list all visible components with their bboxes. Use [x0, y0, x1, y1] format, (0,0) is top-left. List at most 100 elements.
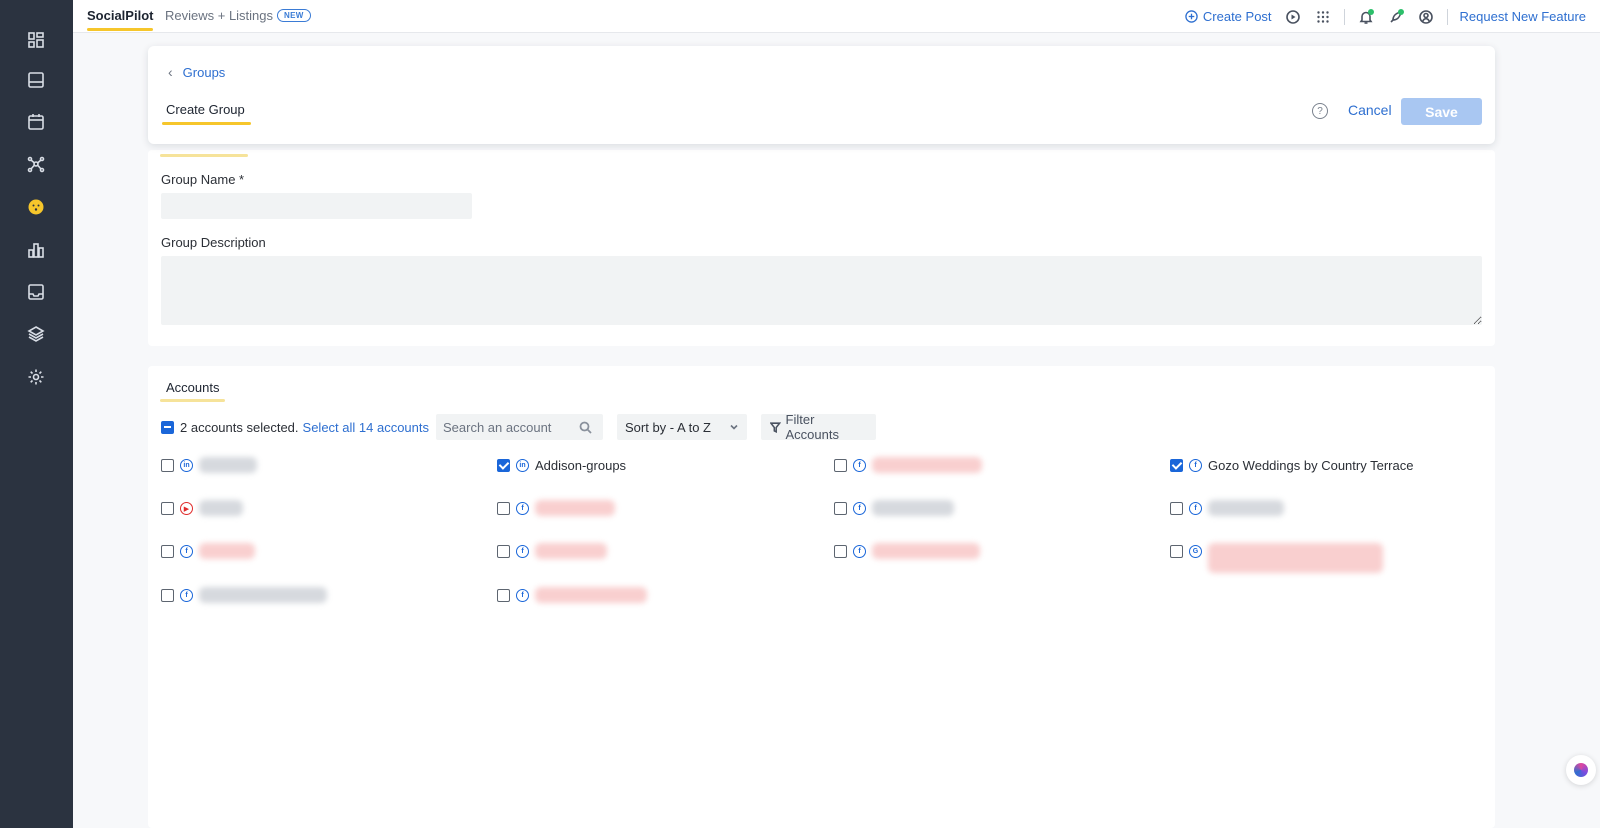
redacted-account-name	[199, 543, 255, 559]
redacted-account-name	[535, 543, 607, 559]
group-description-label: Group Description	[161, 235, 266, 250]
left-nav-rail	[0, 0, 73, 828]
account-item[interactable]: f	[1170, 499, 1284, 521]
filter-accounts-button[interactable]: Filter Accounts	[761, 412, 876, 442]
redacted-account-name	[535, 500, 615, 516]
filter-label: Filter Accounts	[785, 412, 839, 442]
plus-circle-icon	[1185, 10, 1198, 23]
chevron-left-icon: ‹	[168, 64, 173, 80]
account-item[interactable]: f	[834, 499, 954, 521]
facebook-icon: f	[180, 545, 193, 558]
account-checkbox[interactable]	[1170, 459, 1183, 472]
account-checkbox[interactable]	[497, 545, 510, 558]
facebook-icon: f	[853, 502, 866, 515]
facebook-icon: f	[1189, 502, 1202, 515]
account-item[interactable]: in	[161, 456, 257, 478]
section-underline	[160, 154, 248, 157]
group-description-textarea[interactable]	[161, 256, 1482, 325]
youtube-icon: ▶	[180, 502, 193, 515]
account-item[interactable]: f	[161, 542, 255, 564]
cancel-button[interactable]: Cancel	[1348, 102, 1392, 118]
linkedin-icon: in	[516, 459, 529, 472]
account-checkbox[interactable]	[161, 545, 174, 558]
ai-assistant-button[interactable]	[1566, 755, 1596, 785]
sort-dropdown[interactable]: Sort by - A to Z	[617, 414, 747, 440]
top-bar: SocialPilot Reviews + Listings NEW Creat…	[73, 0, 1600, 33]
facebook-icon: f	[516, 502, 529, 515]
tab-socialpilot[interactable]: SocialPilot	[87, 0, 154, 31]
analytics-icon[interactable]	[24, 238, 48, 262]
new-badge: NEW	[277, 8, 311, 22]
redacted-account-name	[199, 500, 243, 516]
user-profile-icon[interactable]	[1417, 8, 1435, 26]
tab-reviews-label: Reviews + Listings	[165, 7, 274, 23]
redacted-account-name	[872, 500, 954, 516]
network-icon[interactable]	[24, 152, 48, 176]
facebook-icon: f	[853, 459, 866, 472]
redacted-account-name	[535, 587, 647, 603]
divider	[1343, 8, 1345, 25]
facebook-icon: f	[1189, 459, 1202, 472]
tab-reviews-listings[interactable]: Reviews + Listings NEW	[165, 0, 311, 30]
notification-bell-icon[interactable]	[1357, 8, 1375, 26]
account-item[interactable]: f	[497, 586, 647, 608]
account-checkbox[interactable]	[834, 459, 847, 472]
request-new-feature-link[interactable]: Request New Feature	[1460, 9, 1586, 24]
account-checkbox[interactable]	[497, 502, 510, 515]
page-title: Create Group	[162, 102, 251, 125]
account-checkbox[interactable]	[161, 459, 174, 472]
calendar-icon[interactable]	[24, 110, 48, 134]
play-video-icon[interactable]	[1284, 8, 1302, 26]
settings-gear-icon[interactable]	[24, 365, 48, 389]
divider	[1446, 8, 1448, 25]
redacted-account-name	[199, 457, 257, 473]
account-item[interactable]: f	[834, 542, 980, 564]
update-dot	[1397, 8, 1404, 15]
account-item[interactable]: ▶	[161, 499, 243, 521]
whats-new-rocket-icon[interactable]	[1387, 8, 1405, 26]
account-checkbox[interactable]	[161, 589, 174, 602]
account-item[interactable]: f Gozo Weddings by Country Terrace	[1170, 456, 1413, 478]
group-details-card: Group Name * Group Description	[148, 150, 1495, 346]
facebook-icon: f	[516, 545, 529, 558]
filter-funnel-icon	[770, 421, 781, 433]
account-item[interactable]: f	[497, 542, 607, 564]
layers-icon[interactable]	[24, 322, 48, 346]
account-checkbox[interactable]	[1170, 502, 1183, 515]
account-item[interactable]: f	[497, 499, 615, 521]
apps-grid-icon[interactable]	[1314, 8, 1332, 26]
group-name-input[interactable]	[161, 193, 472, 219]
account-name: Addison-groups	[535, 458, 627, 473]
account-item[interactable]: in Addison-groups	[497, 456, 626, 478]
search-icon	[579, 421, 592, 434]
account-item[interactable]: G	[1170, 542, 1383, 573]
redacted-account-name	[872, 457, 982, 473]
selected-count-text: 2 accounts selected.	[180, 419, 299, 435]
help-question-icon[interactable]: ?	[1312, 103, 1328, 119]
account-checkbox[interactable]	[161, 502, 174, 515]
account-checkbox[interactable]	[497, 589, 510, 602]
posts-icon[interactable]	[24, 68, 48, 92]
search-input[interactable]	[443, 419, 579, 435]
back-to-groups-link[interactable]: ‹ Groups	[168, 64, 225, 80]
save-button[interactable]: Save	[1401, 98, 1482, 125]
accounts-tab[interactable]: Accounts	[159, 380, 227, 402]
account-checkbox[interactable]	[497, 459, 510, 472]
account-checkbox[interactable]	[834, 545, 847, 558]
sort-label: Sort by - A to Z	[625, 419, 711, 435]
account-item[interactable]: f	[161, 586, 327, 608]
engage-face-icon[interactable]	[24, 195, 48, 219]
google-icon: G	[1189, 545, 1202, 558]
select-all-link[interactable]: Select all 14 accounts	[303, 420, 429, 435]
account-checkbox[interactable]	[834, 502, 847, 515]
chevron-down-icon	[730, 424, 738, 430]
create-post-button[interactable]: Create Post	[1185, 9, 1272, 24]
account-item[interactable]: f	[834, 456, 982, 478]
back-label: Groups	[182, 64, 226, 80]
linkedin-icon: in	[180, 459, 193, 472]
account-checkbox[interactable]	[1170, 545, 1183, 558]
deselect-all-checkbox[interactable]	[161, 420, 174, 434]
dashboard-icon[interactable]	[24, 28, 48, 52]
inbox-icon[interactable]	[24, 280, 48, 304]
redacted-account-name	[1208, 500, 1284, 516]
